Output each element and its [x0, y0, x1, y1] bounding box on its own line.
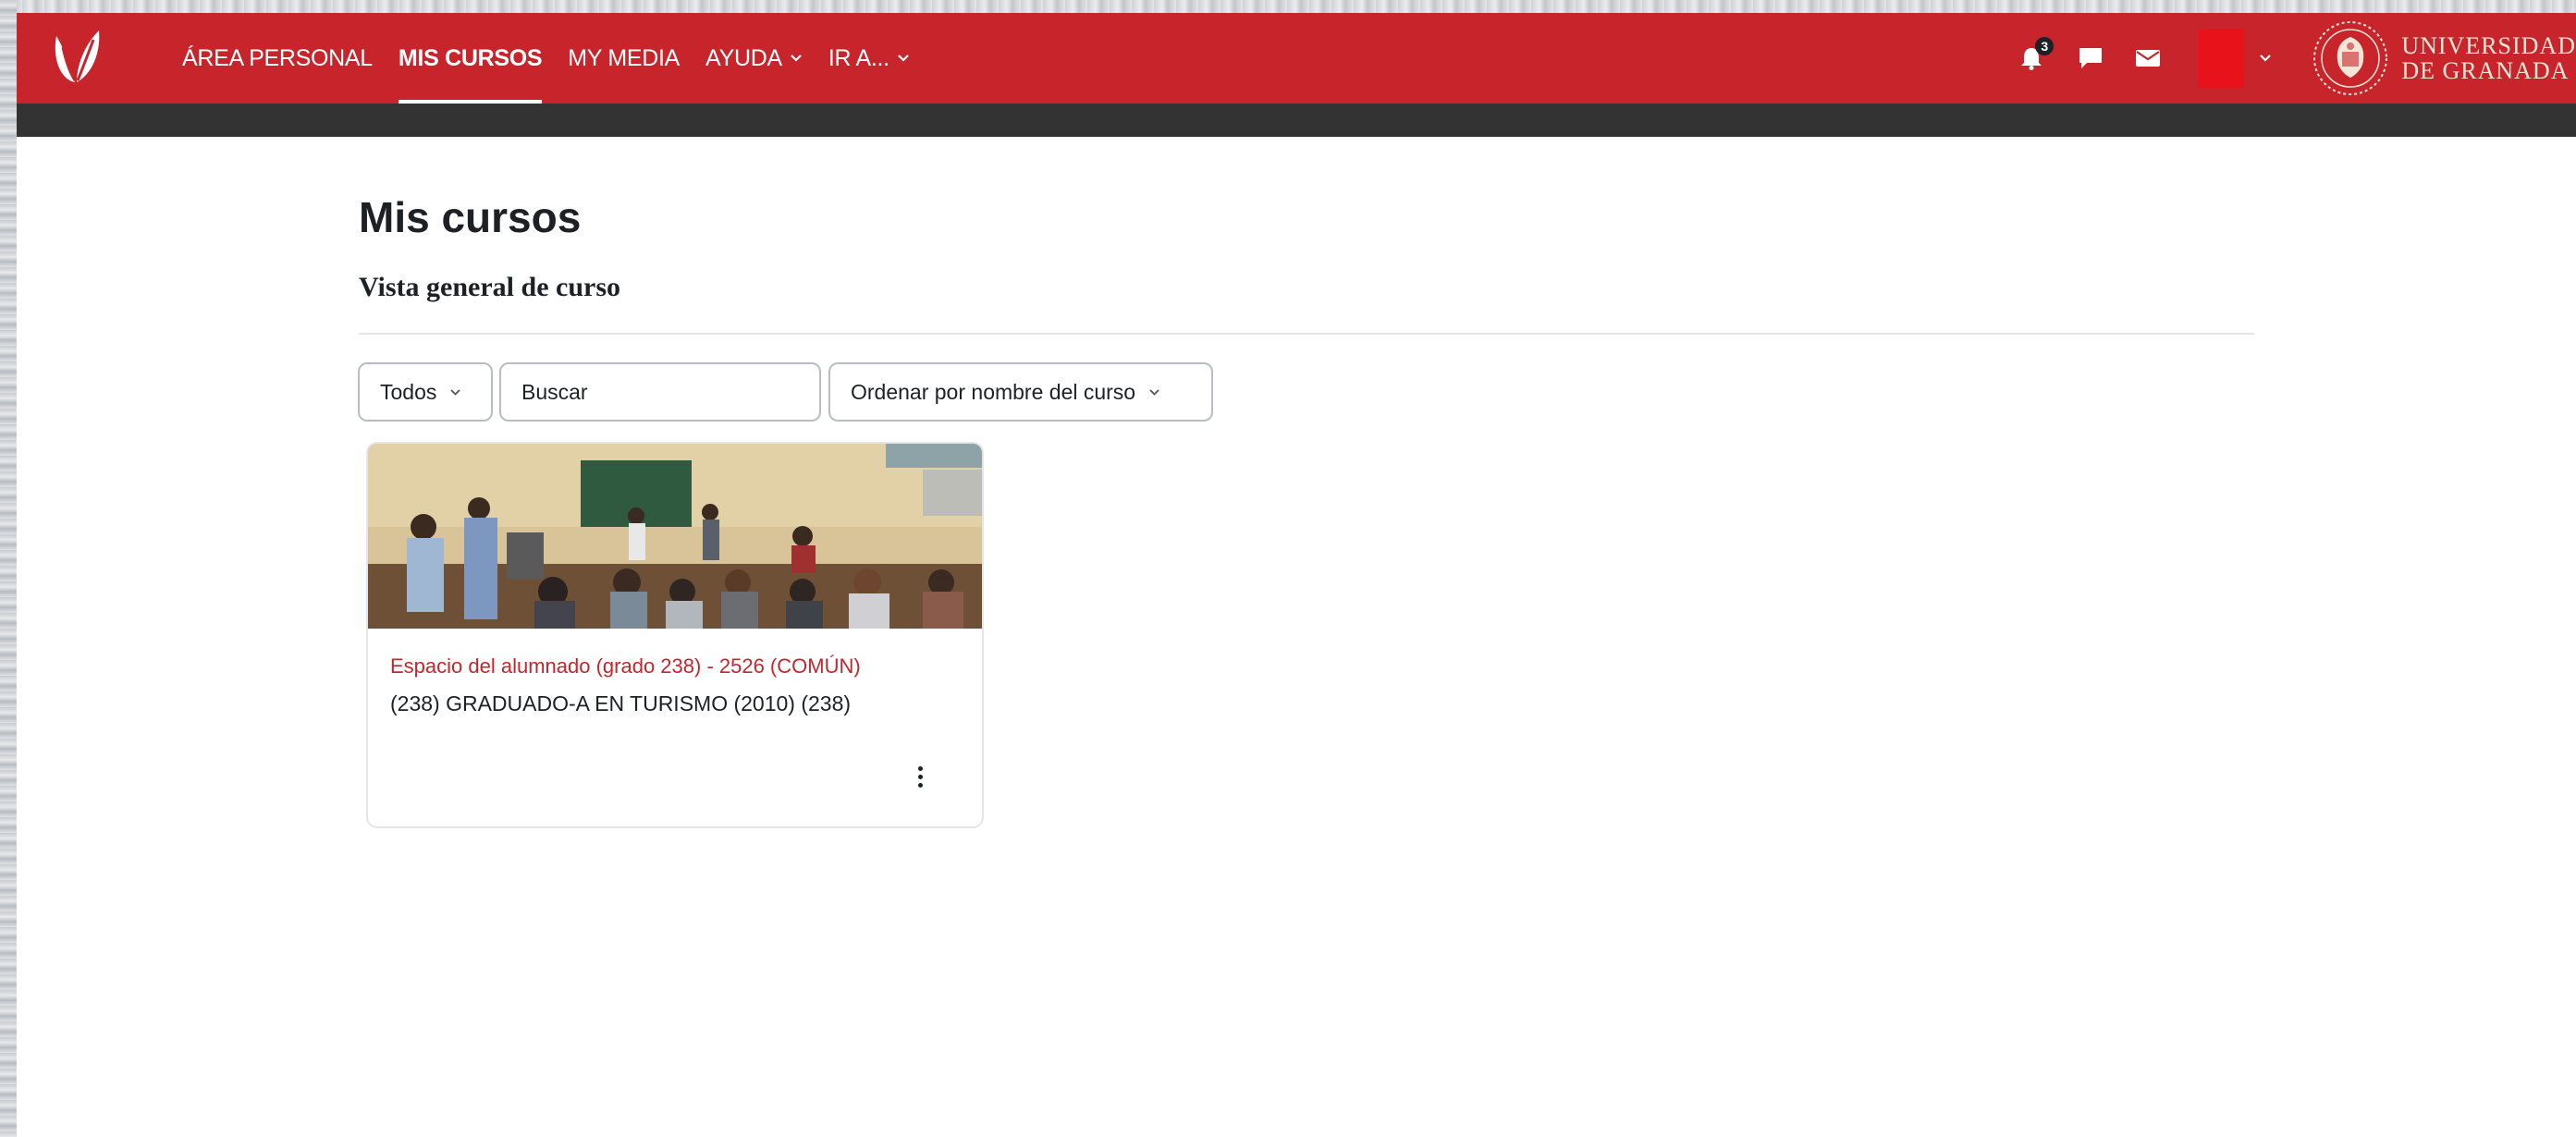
- grouping-dropdown[interactable]: Todos: [358, 362, 493, 422]
- nav-my-media[interactable]: MY MEDIA: [555, 13, 693, 104]
- nav-ir-a[interactable]: IR A...: [816, 13, 923, 104]
- sort-dropdown-label: Ordenar por nombre del curso: [851, 379, 1136, 404]
- university-name-line2: DE GRANADA: [2401, 57, 2570, 84]
- course-search-input[interactable]: Buscar: [499, 362, 821, 422]
- user-menu-toggle[interactable]: [2198, 29, 2272, 88]
- site-logo-link[interactable]: [41, 18, 115, 96]
- chevron-down-icon: [898, 55, 909, 62]
- notifications-button[interactable]: 3: [2020, 37, 2055, 70]
- course-actions-menu-button[interactable]: [904, 758, 936, 795]
- nav-area-personal-label: ÁREA PERSONAL: [182, 44, 373, 71]
- secondary-bar: [17, 104, 2576, 137]
- envelope-icon: [2136, 50, 2161, 67]
- more-vertical-icon-dot: [917, 782, 923, 788]
- messages-button[interactable]: [2078, 46, 2104, 70]
- nav-mis-cursos-label: MIS CURSOS: [398, 44, 543, 71]
- chevron-down-icon: [2260, 55, 2272, 62]
- nav-mis-cursos[interactable]: MIS CURSOS: [386, 13, 555, 104]
- university-logo-text: UNIVERSIDAD DE GRANADA: [2401, 33, 2576, 83]
- primary-navigation: ÁREA PERSONAL MIS CURSOS MY MEDIA AYUDA …: [169, 13, 923, 104]
- more-vertical-icon-dot: [917, 765, 923, 771]
- course-name-link[interactable]: Espacio del alumnado (grado 238) - 2526 …: [390, 654, 861, 679]
- nav-my-media-label: MY MEDIA: [568, 44, 681, 71]
- chevron-down-icon: [450, 388, 461, 396]
- grouping-dropdown-label: Todos: [380, 379, 437, 404]
- chat-icon: [2079, 48, 2103, 68]
- university-crest-icon: [2313, 21, 2388, 95]
- nav-ayuda[interactable]: AYUDA: [693, 13, 816, 104]
- nav-ayuda-label: AYUDA: [705, 44, 782, 71]
- page-title: Mis cursos: [359, 193, 582, 241]
- block-title: Vista general de curso: [359, 272, 621, 302]
- background-pattern-top: [0, 0, 2576, 13]
- divider: [359, 333, 2254, 335]
- navbar-user-area: 3 UNIVERSIDAD DE GRANADA: [2020, 13, 2576, 104]
- course-image[interactable]: [368, 444, 984, 629]
- leaf-logo-icon: [55, 31, 100, 82]
- notification-count-badge: 3: [2035, 37, 2055, 55]
- more-vertical-icon-dot: [917, 774, 923, 779]
- course-category: (238) GRADUADO-A EN TURISMO (2010) (238): [390, 691, 852, 715]
- university-name-line1: UNIVERSIDAD: [2401, 32, 2576, 59]
- nav-ir-a-label: IR A...: [828, 44, 889, 71]
- top-navbar: ÁREA PERSONAL MIS CURSOS MY MEDIA AYUDA …: [17, 13, 2576, 104]
- nav-area-personal[interactable]: ÁREA PERSONAL: [169, 13, 386, 104]
- chevron-down-icon: [791, 55, 802, 62]
- chevron-down-icon: [1149, 388, 1159, 396]
- sort-dropdown[interactable]: Ordenar por nombre del curso: [828, 362, 1213, 422]
- avatar: [2198, 29, 2245, 88]
- course-card[interactable]: Espacio del alumnado (grado 238) - 2526 …: [366, 442, 984, 828]
- search-placeholder: Buscar: [521, 379, 588, 404]
- background-pattern-left: [0, 0, 17, 1137]
- email-button[interactable]: [2135, 49, 2161, 67]
